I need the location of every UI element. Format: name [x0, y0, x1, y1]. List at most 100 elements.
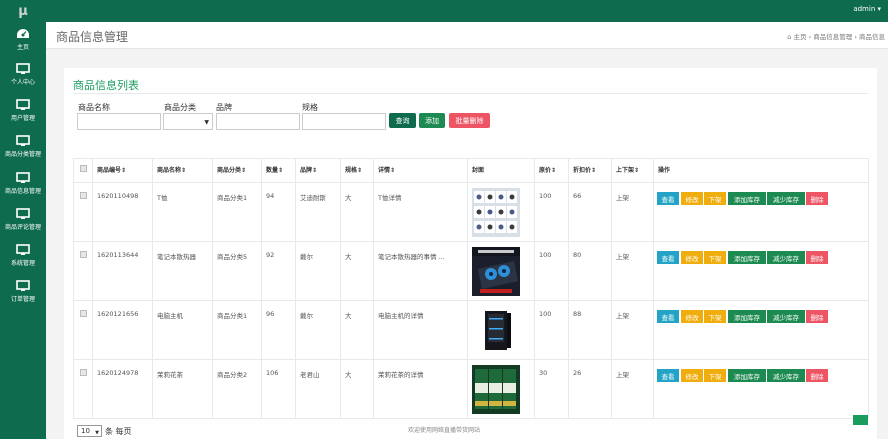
monitor-icon — [16, 63, 30, 74]
sidebar-item-profile[interactable]: 个人中心 — [0, 63, 46, 97]
cell-actions: 查看 修改 下架 添加库存 减少库存 删除 — [654, 242, 868, 301]
breadcrumb-home[interactable]: 主页 — [794, 33, 807, 41]
column-header[interactable]: 原价⇕ — [535, 159, 569, 182]
cell-detail: 电脑主机的详情 — [374, 301, 468, 360]
column-header[interactable]: 数量⇕ — [262, 159, 296, 182]
column-header[interactable]: 折扣价⇕ — [569, 159, 612, 182]
category-select[interactable]: ▼ — [163, 113, 213, 130]
edit-button[interactable]: 修改 — [681, 310, 703, 323]
delete-button[interactable]: 删除 — [806, 192, 828, 205]
cell-name: T恤 — [153, 183, 213, 242]
sidebar-item-categories[interactable]: 商品分类管理 — [0, 135, 46, 169]
cell-actions: 查看 修改 下架 添加库存 减少库存 删除 — [654, 301, 868, 360]
breadcrumb-section[interactable]: 商品信息管理 — [813, 33, 852, 41]
cell-discount: 80 — [569, 242, 612, 301]
cell-name: 笔记本散热器 — [153, 242, 213, 301]
cell-price: 100 — [535, 301, 569, 360]
edit-button[interactable]: 修改 — [681, 369, 703, 382]
query-button[interactable]: 查询 — [389, 113, 416, 128]
sidebar: 主页 个人中心 用户管理 商品分类管理 商品信息管理 商品评论管理 系统管理 订… — [0, 22, 46, 439]
cell-price: 100 — [535, 242, 569, 301]
delete-button[interactable]: 删除 — [806, 251, 828, 264]
column-header[interactable]: 商品名称⇕ — [153, 159, 213, 182]
sidebar-item-home[interactable]: 主页 — [0, 28, 46, 62]
cell-spec: 大 — [341, 183, 374, 242]
delist-button[interactable]: 下架 — [704, 369, 726, 382]
cell-qty: 92 — [262, 242, 296, 301]
product-image-pc-case — [472, 306, 520, 355]
column-header[interactable]: 品牌⇕ — [296, 159, 341, 182]
reduce-stock-button[interactable]: 减少库存 — [767, 369, 805, 382]
monitor-icon — [16, 99, 30, 110]
add-button[interactable]: 添加 — [419, 113, 445, 128]
select-all-checkbox[interactable] — [74, 159, 93, 182]
view-button[interactable]: 查看 — [657, 251, 679, 264]
main-content: 商品信息管理 ⌂ 主页 › 商品信息管理 › 商品信息 商品信息列表 商品名称 … — [46, 22, 888, 439]
dashboard-icon — [17, 29, 29, 38]
sidebar-item-label: 个人中心 — [10, 79, 35, 86]
checkbox[interactable] — [79, 192, 87, 199]
delete-button[interactable]: 删除 — [806, 310, 828, 323]
reduce-stock-button[interactable]: 减少库存 — [767, 251, 805, 264]
edit-button[interactable]: 修改 — [681, 192, 703, 205]
monitor-icon — [16, 244, 30, 255]
breadcrumb: ⌂ 主页 › 商品信息管理 › 商品信息 — [787, 31, 885, 41]
cell-brand: 戴尔 — [296, 242, 341, 301]
row-checkbox-cell[interactable] — [74, 183, 93, 242]
view-button[interactable]: 查看 — [657, 369, 679, 382]
cell-qty: 96 — [262, 301, 296, 360]
cell-category: 商品分类2 — [213, 360, 262, 419]
row-checkbox-cell[interactable] — [74, 242, 93, 301]
footer-copyright: 欢迎使用网络直播带货网站 — [407, 427, 480, 434]
checkbox[interactable] — [79, 369, 87, 376]
cell-cover — [468, 301, 535, 360]
sidebar-item-users[interactable]: 用户管理 — [0, 99, 46, 133]
cell-price: 100 — [535, 183, 569, 242]
product-image-laptop-cooler — [472, 247, 520, 296]
sidebar-item-reviews[interactable]: 商品评论管理 — [0, 208, 46, 242]
column-header[interactable]: 商品分类⇕ — [213, 159, 262, 182]
cell-spec: 大 — [341, 360, 374, 419]
delist-button[interactable]: 下架 — [704, 251, 726, 264]
reduce-stock-button[interactable]: 减少库存 — [767, 310, 805, 323]
chevron-down-icon: ▼ — [204, 119, 209, 126]
checkbox[interactable] — [79, 310, 87, 317]
row-checkbox-cell[interactable] — [74, 301, 93, 360]
edit-button[interactable]: 修改 — [681, 251, 703, 264]
delist-button[interactable]: 下架 — [704, 310, 726, 323]
spec-input[interactable] — [302, 113, 386, 130]
row-checkbox-cell[interactable] — [74, 360, 93, 419]
top-bar: µ admin ▾ — [0, 0, 888, 22]
user-menu[interactable]: admin ▾ — [853, 5, 881, 13]
sidebar-item-orders[interactable]: 订单管理 — [0, 280, 46, 314]
column-header[interactable]: 规格⇕ — [341, 159, 374, 182]
checkbox[interactable] — [79, 165, 87, 172]
add-stock-button[interactable]: 添加库存 — [728, 369, 766, 382]
column-header[interactable]: 上下架⇕ — [612, 159, 654, 182]
view-button[interactable]: 查看 — [657, 310, 679, 323]
batch-delete-button[interactable]: 批量删除 — [449, 113, 490, 128]
add-stock-button[interactable]: 添加库存 — [728, 251, 766, 264]
view-button[interactable]: 查看 — [657, 192, 679, 205]
sidebar-item-system[interactable]: 系统管理 — [0, 244, 46, 278]
brand-label: 品牌 — [216, 103, 232, 112]
delete-button[interactable]: 删除 — [806, 369, 828, 382]
column-header[interactable]: 商品编号⇕ — [93, 159, 153, 182]
product-image-tshirts — [472, 188, 520, 237]
divider — [73, 93, 868, 94]
product-name-input[interactable] — [77, 113, 161, 130]
sidebar-item-label: 商品信息管理 — [4, 188, 41, 195]
back-to-top-button[interactable] — [853, 415, 868, 425]
add-stock-button[interactable]: 添加库存 — [728, 310, 766, 323]
checkbox[interactable] — [79, 251, 87, 258]
cell-brand: 艾迪耐斯 — [296, 183, 341, 242]
delist-button[interactable]: 下架 — [704, 192, 726, 205]
sidebar-item-products[interactable]: 商品信息管理 — [0, 172, 46, 206]
reduce-stock-button[interactable]: 减少库存 — [767, 192, 805, 205]
cell-cover — [468, 360, 535, 419]
brand-input[interactable] — [216, 113, 300, 130]
cell-discount: 26 — [569, 360, 612, 419]
column-header[interactable]: 详情⇕ — [374, 159, 468, 182]
cell-discount: 66 — [569, 183, 612, 242]
add-stock-button[interactable]: 添加库存 — [728, 192, 766, 205]
